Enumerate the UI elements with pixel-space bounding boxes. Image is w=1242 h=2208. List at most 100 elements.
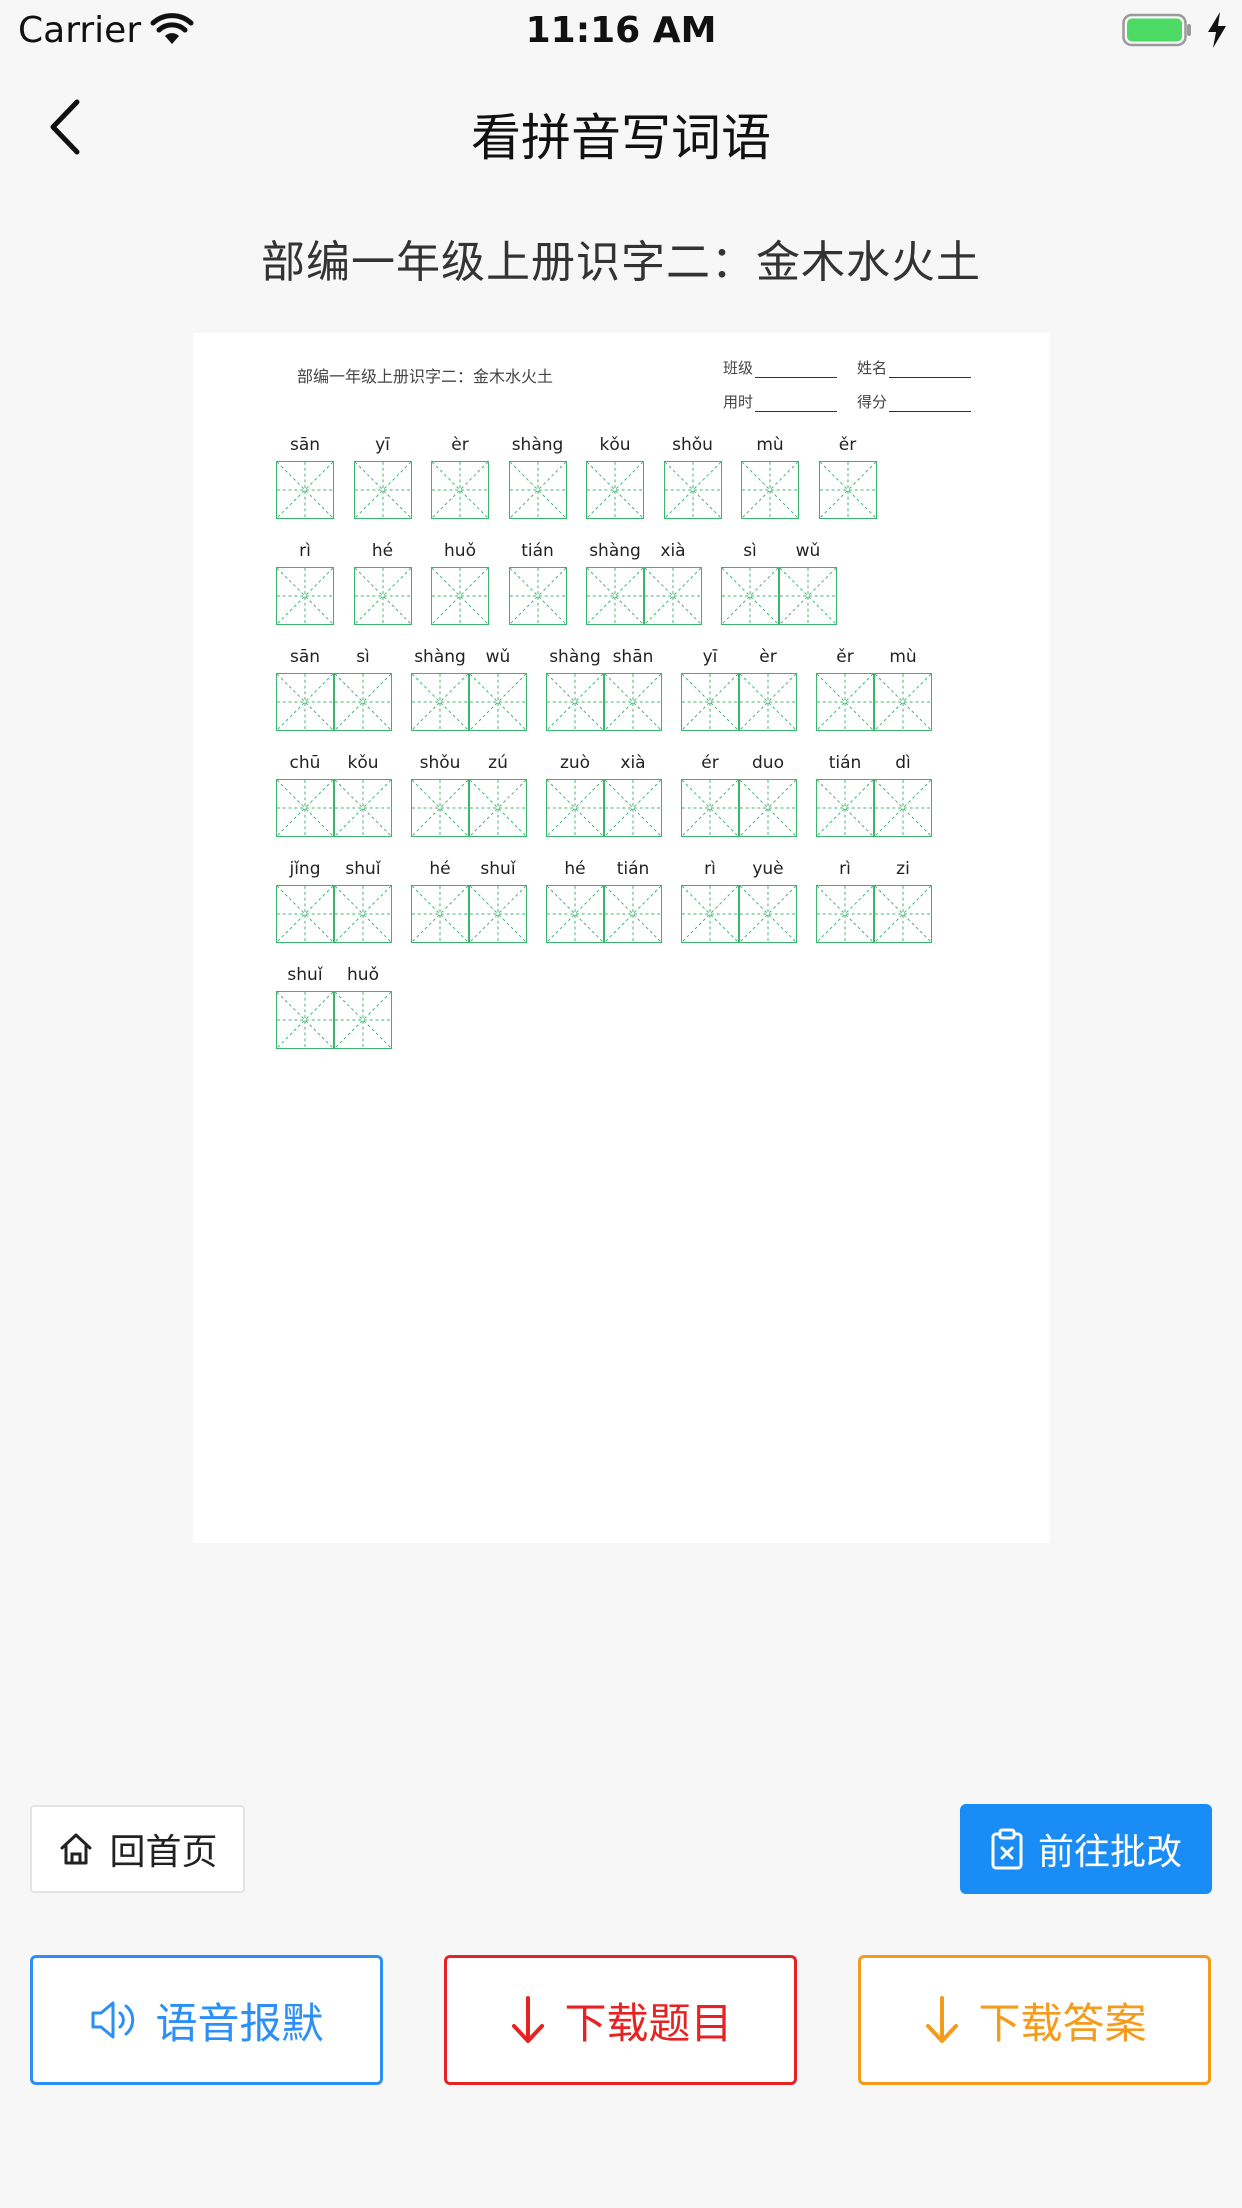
char-cell: zuò <box>546 751 604 837</box>
word-cell: ěr <box>818 433 877 519</box>
preview-header: 部编一年级上册识字二：金木水火土 <box>297 367 554 386</box>
writing-box <box>741 461 799 519</box>
battery-icon <box>1122 13 1191 47</box>
nav-bar: 看拼音写词语 <box>0 62 1242 192</box>
writing-box <box>546 779 604 837</box>
writing-box <box>721 567 779 625</box>
char-cell: kǒu <box>586 433 644 519</box>
word-cell: shàng <box>508 433 567 519</box>
word-cell: rì yuè <box>681 857 797 943</box>
char-cell: sì <box>721 539 779 625</box>
word-cell: tián <box>508 539 567 625</box>
word-cell: chū kǒu <box>276 751 392 837</box>
pinyin-label: rì <box>299 541 311 561</box>
word-cell: shàng wǔ <box>411 645 527 731</box>
writing-box <box>276 673 334 731</box>
writing-box <box>874 673 932 731</box>
word-cell: shuǐ huǒ <box>276 963 392 1049</box>
char-cell: wǔ <box>469 645 527 731</box>
char-cell: hé <box>546 857 604 943</box>
word-cell: èr <box>431 433 489 519</box>
word-cell: hé tián <box>546 857 662 943</box>
word-cell: yī <box>353 433 412 519</box>
writing-box <box>469 885 527 943</box>
pinyin-label: shàng <box>511 435 564 455</box>
char-cell: èr <box>739 645 797 731</box>
pinyin-label: huǒ <box>347 965 379 985</box>
char-cell: ěr <box>816 645 874 731</box>
writing-box <box>411 673 469 731</box>
word-cell: shàng xià <box>586 539 702 625</box>
writing-box <box>276 885 334 943</box>
word-cell: jǐng shuǐ <box>276 857 392 943</box>
word-cell: shǒu <box>663 433 722 519</box>
writing-box <box>276 779 334 837</box>
writing-box <box>681 673 739 731</box>
home-button-label: 回首页 <box>109 1832 218 1873</box>
pinyin-label: shǒu <box>419 753 461 773</box>
pinyin-label: shuǐ <box>345 859 381 879</box>
char-cell: mù <box>741 433 799 519</box>
char-cell: shǒu <box>411 751 469 837</box>
word-cell: shàng shān <box>546 645 662 731</box>
char-cell: shuǐ <box>334 857 392 943</box>
download-questions-button[interactable]: 下载题目 <box>444 1955 797 2085</box>
writing-box <box>739 673 797 731</box>
writing-box <box>681 885 739 943</box>
char-cell: duo <box>739 751 797 837</box>
pinyin-label: shǒu <box>672 435 713 455</box>
charging-bolt-icon <box>1208 12 1226 48</box>
download-answers-button[interactable]: 下载答案 <box>858 1955 1211 2085</box>
word-cell: zuò xià <box>546 751 662 837</box>
char-cell: sì <box>334 645 392 731</box>
grade-button[interactable]: 前往批改 <box>960 1804 1212 1894</box>
writing-box <box>816 779 874 837</box>
word-cell: tián dì <box>816 751 932 837</box>
writing-box <box>276 567 334 625</box>
pinyin-label: tián <box>616 859 650 879</box>
writing-box <box>818 461 877 519</box>
writing-box <box>469 779 527 837</box>
home-icon <box>60 1833 92 1865</box>
char-cell: shǒu <box>663 433 722 519</box>
name-field: 姓名 <box>857 357 972 378</box>
word-cell: ěr mù <box>816 645 932 731</box>
char-cell: yuè <box>739 857 797 943</box>
writing-box <box>431 461 489 519</box>
writing-box <box>681 779 739 837</box>
word-cell: sān sì <box>276 645 392 731</box>
worksheet-preview[interactable]: 部编一年级上册识字二：金木水火土 班级 姓名 用时 得分 sān yī èr shàn… <box>193 333 1050 1543</box>
voice-dictation-button[interactable]: 语音报默 <box>30 1955 383 2085</box>
char-cell: zú <box>469 751 527 837</box>
writing-box <box>334 885 392 943</box>
pinyin-label: tián <box>828 753 862 773</box>
char-cell: yī <box>353 433 412 519</box>
char-cell: sān <box>276 433 334 519</box>
char-cell: wǔ <box>779 539 837 625</box>
char-cell: èr <box>431 433 489 519</box>
pinyin-label: kǒu <box>347 753 379 773</box>
writing-box <box>779 567 837 625</box>
char-cell: zi <box>874 857 932 943</box>
char-cell: shuǐ <box>276 963 334 1049</box>
writing-box <box>739 779 797 837</box>
pinyin-label: shàng <box>549 647 601 667</box>
char-cell: rì <box>816 857 874 943</box>
pinyin-label: yī <box>702 647 718 667</box>
home-button[interactable]: 回首页 <box>30 1805 245 1893</box>
pinyin-label: hé <box>429 859 451 879</box>
writing-box <box>604 779 662 837</box>
writing-box <box>874 779 932 837</box>
char-cell: dì <box>874 751 932 837</box>
char-cell: yī <box>681 645 739 731</box>
writing-box <box>546 885 604 943</box>
char-cell: tián <box>816 751 874 837</box>
writing-box <box>816 673 874 731</box>
char-cell: hé <box>411 857 469 943</box>
pinyin-label: sì <box>356 647 370 667</box>
writing-box <box>874 885 932 943</box>
writing-box <box>334 991 392 1049</box>
char-cell: shàng <box>546 645 604 731</box>
pinyin-label: wǔ <box>795 541 821 561</box>
pinyin-label: wǔ <box>485 647 511 667</box>
